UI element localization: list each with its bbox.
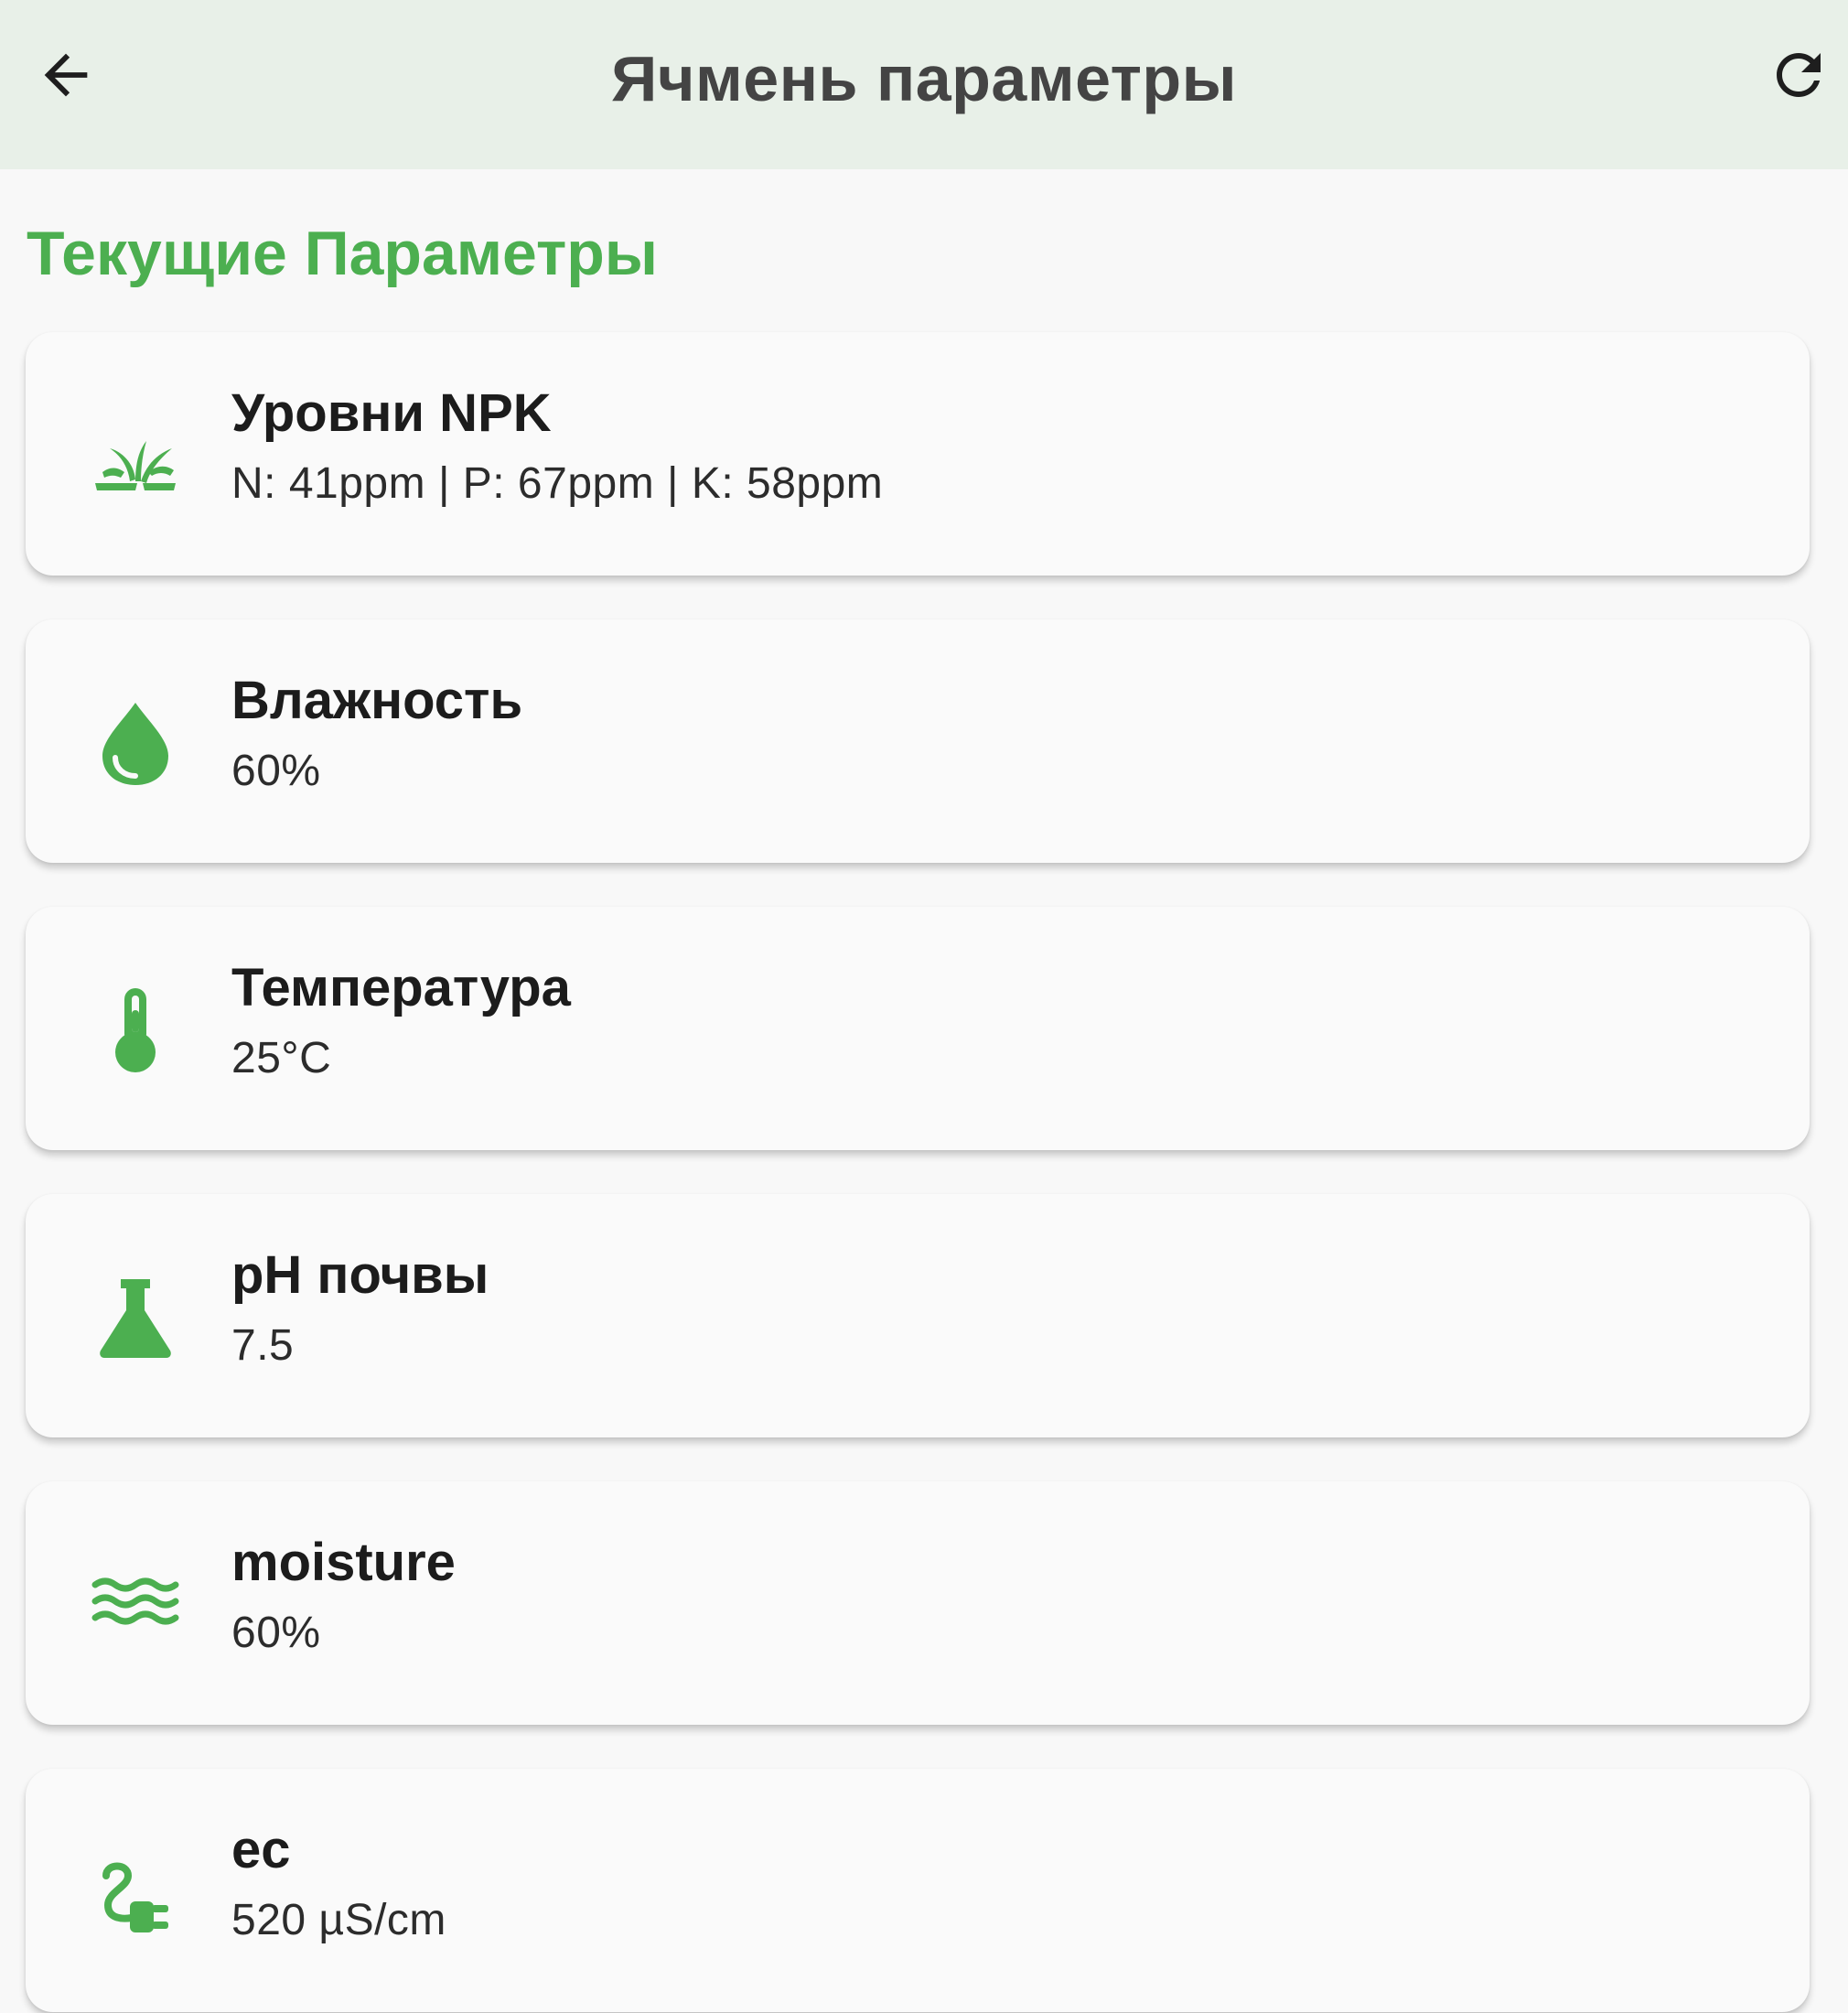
parameter-card-ec[interactable]: ec 520 µS/cm: [26, 1769, 1810, 2012]
soil-ph-label: pH почвы: [231, 1245, 489, 1305]
parameter-card-npk[interactable]: Уровни NPK N: 41ppm | P: 67ppm | K: 58pp…: [26, 332, 1810, 576]
water-drop-icon: [102, 703, 168, 785]
npk-value: N: 41ppm | P: 67ppm | K: 58ppm: [231, 459, 884, 508]
parameter-card-soil-ph[interactable]: pH почвы 7.5: [26, 1194, 1810, 1437]
moisture-label: moisture: [231, 1533, 456, 1592]
thermometer-icon: [115, 988, 156, 1072]
temperature-value: 25°C: [231, 1034, 332, 1082]
humidity-label: Влажность: [231, 671, 523, 730]
temperature-label: Температура: [231, 958, 571, 1017]
ec-value: 520 µS/cm: [231, 1896, 446, 1944]
ec-label: ec: [231, 1820, 291, 1879]
waves-icon: [91, 1577, 179, 1625]
npk-label: Уровни NPK: [231, 383, 552, 443]
page-title: Ячмень параметры: [611, 43, 1237, 114]
moisture-value: 60%: [231, 1609, 321, 1657]
refresh-icon: [1777, 52, 1821, 97]
app-bar: Ячмень параметры: [0, 0, 1848, 169]
humidity-value: 60%: [231, 747, 321, 795]
parameter-card-humidity[interactable]: Влажность 60%: [26, 619, 1810, 863]
grass-icon: [95, 441, 176, 490]
parameter-card-temperature[interactable]: Температура 25°C: [26, 907, 1810, 1150]
flask-icon: [100, 1279, 171, 1358]
refresh-button[interactable]: [1760, 37, 1837, 113]
section-title: Текущие Параметры: [27, 219, 658, 288]
electrical-plug-icon: [102, 1862, 168, 1932]
parameter-card-moisture[interactable]: moisture 60%: [26, 1481, 1810, 1725]
soil-ph-value: 7.5: [231, 1321, 295, 1370]
